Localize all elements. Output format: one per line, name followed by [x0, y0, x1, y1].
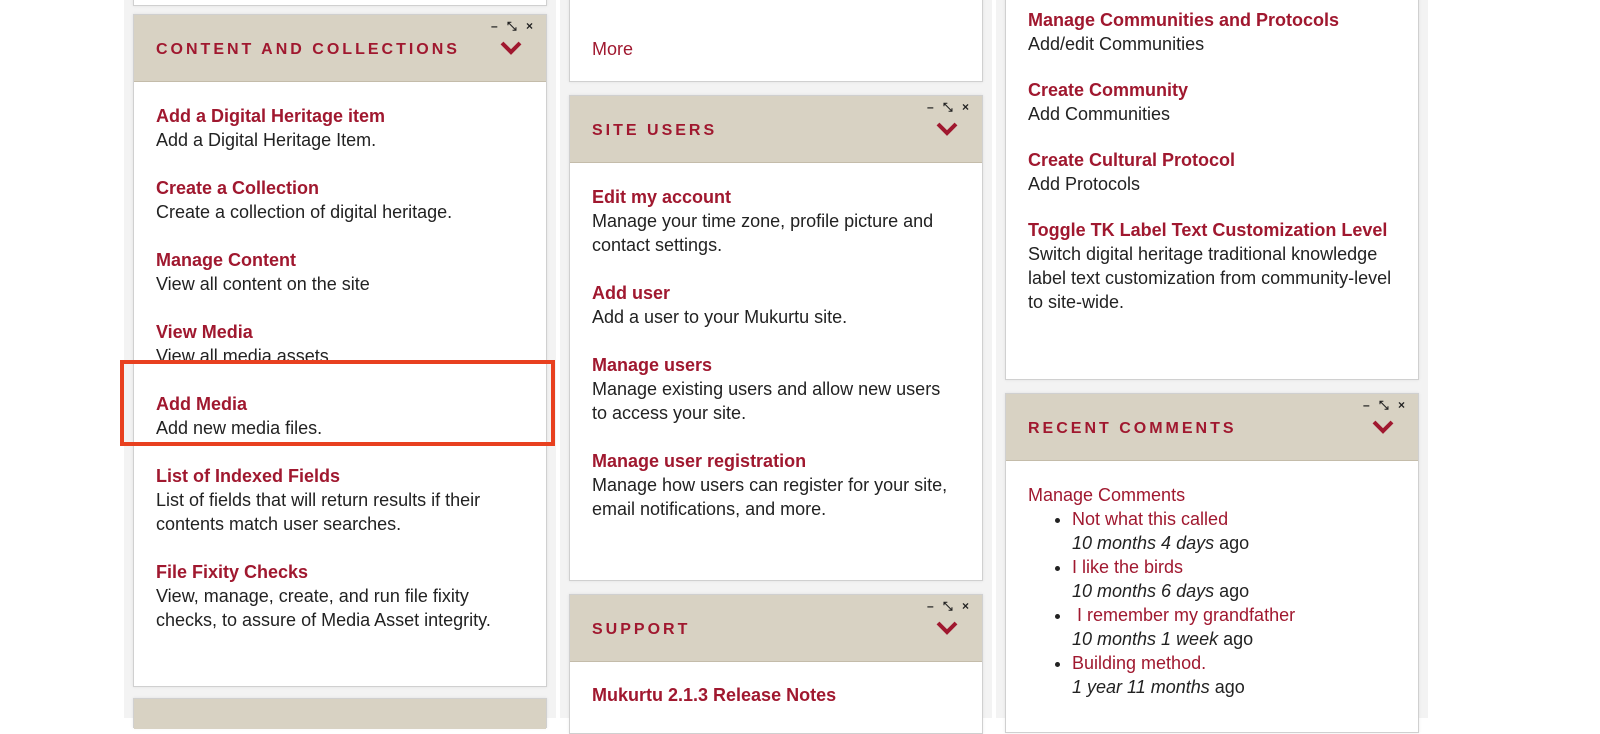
list-item: Create Community Add Communities: [1028, 78, 1396, 126]
support-panel: SUPPORT – ⤡ × Mukurtu 2.1.3 Release Note…: [569, 594, 983, 734]
list-item: File Fixity Checks View, manage, create,…: [156, 560, 524, 632]
comment-link[interactable]: Building method.: [1072, 653, 1206, 673]
item-description: View, manage, create, and run file fixit…: [156, 586, 491, 630]
panel-controls: – ⤡ ×: [491, 19, 536, 34]
list-item: Toggle TK Label Text Customization Level…: [1028, 218, 1396, 314]
item-description: List of fields that will return results …: [156, 490, 481, 534]
minimize-icon[interactable]: –: [927, 599, 937, 613]
list-item: Add user Add a user to your Mukurtu site…: [592, 281, 960, 329]
previous-panel-bottom: [133, 0, 547, 6]
manage-content-link[interactable]: Manage Content: [156, 248, 524, 272]
edit-my-account-link[interactable]: Edit my account: [592, 185, 960, 209]
file-fixity-checks-link[interactable]: File Fixity Checks: [156, 560, 524, 584]
item-description: Manage how users can register for your s…: [592, 475, 948, 519]
release-notes-link[interactable]: Mukurtu 2.1.3 Release Notes: [592, 683, 960, 707]
list-item: Create Cultural Protocol Add Protocols: [1028, 148, 1396, 196]
panel-title: SITE USERS: [592, 122, 718, 139]
content-collections-panel: CONTENT AND COLLECTIONS – ⤡ × Add a Digi…: [133, 14, 547, 687]
list-item: Manage users Manage existing users and a…: [592, 353, 960, 425]
manage-users-link[interactable]: Manage users: [592, 353, 960, 377]
item-description: Manage existing users and allow new user…: [592, 379, 941, 423]
communities-panel: Manage Communities and Protocols Add/edi…: [1005, 0, 1419, 380]
item-description: Add/edit Communities: [1028, 34, 1205, 54]
list-item: Manage Content View all content on the s…: [156, 248, 524, 296]
chevron-down-icon[interactable]: [500, 41, 522, 55]
next-panel-top: [133, 698, 547, 729]
panel-header: SITE USERS – ⤡ ×: [570, 96, 982, 163]
panel-title: RECENT COMMENTS: [1028, 420, 1237, 437]
item-description: Add Protocols: [1028, 174, 1141, 194]
panel-controls: – ⤡ ×: [927, 100, 972, 115]
panel-header: CONTENT AND COLLECTIONS – ⤡ ×: [134, 15, 546, 82]
comment-link[interactable]: Not what this called: [1072, 509, 1228, 529]
panel-header: SUPPORT – ⤡ ×: [570, 595, 982, 662]
comment-age: 10 months 6 days ago: [1072, 581, 1250, 601]
list-item: List of Indexed Fields List of fields th…: [156, 464, 524, 536]
comment-age: 1 year 11 months ago: [1072, 677, 1245, 697]
close-icon[interactable]: ×: [962, 100, 972, 114]
comment-item: Not what this called 10 months 4 days ag…: [1072, 507, 1396, 555]
expand-icon[interactable]: ⤡: [507, 19, 520, 33]
toggle-tk-label-link[interactable]: Toggle TK Label Text Customization Level: [1028, 218, 1396, 242]
comment-age: 10 months 1 week ago: [1072, 629, 1254, 649]
comment-item: I remember my grandfather 10 months 1 we…: [1072, 603, 1396, 651]
minimize-icon[interactable]: –: [1363, 398, 1373, 412]
close-icon[interactable]: ×: [1398, 398, 1408, 412]
list-item: Mukurtu 2.1.3 Release Notes: [592, 683, 960, 707]
site-users-panel: SITE USERS – ⤡ × Edit my account Manage …: [569, 95, 983, 581]
manage-comments-link[interactable]: Manage Comments: [1028, 483, 1396, 507]
panel-controls: – ⤡ ×: [927, 599, 972, 614]
list-item: Manage Communities and Protocols Add/edi…: [1028, 8, 1396, 56]
recent-comments-panel: RECENT COMMENTS – ⤡ × Manage Comments No…: [1005, 393, 1419, 733]
create-collection-link[interactable]: Create a Collection: [156, 176, 524, 200]
list-item: Add a Digital Heritage item Add a Digita…: [156, 104, 524, 152]
indexed-fields-link[interactable]: List of Indexed Fields: [156, 464, 524, 488]
expand-icon[interactable]: ⤡: [1379, 398, 1392, 412]
comment-link[interactable]: I remember my grandfather: [1072, 605, 1295, 625]
manage-communities-link[interactable]: Manage Communities and Protocols: [1028, 8, 1396, 32]
item-description: Manage your time zone, profile picture a…: [592, 211, 934, 255]
expand-icon[interactable]: ⤡: [943, 599, 956, 613]
close-icon[interactable]: ×: [526, 19, 536, 33]
view-media-link[interactable]: View Media: [156, 320, 524, 344]
add-user-link[interactable]: Add user: [592, 281, 960, 305]
chevron-down-icon[interactable]: [1372, 420, 1394, 434]
create-community-link[interactable]: Create Community: [1028, 78, 1396, 102]
highlight-box: [120, 360, 555, 446]
comment-item: I like the birds 10 months 6 days ago: [1072, 555, 1396, 603]
panel-title: CONTENT AND COLLECTIONS: [156, 41, 460, 58]
chevron-down-icon[interactable]: [936, 621, 958, 635]
comments-list: Not what this called 10 months 4 days ag…: [1028, 507, 1396, 699]
comment-age: 10 months 4 days ago: [1072, 533, 1250, 553]
top-middle-panel: More: [569, 0, 983, 82]
item-description: Add a user to your Mukurtu site.: [592, 307, 848, 327]
list-item: Create a Collection Create a collection …: [156, 176, 524, 224]
panel-title: SUPPORT: [592, 621, 691, 638]
chevron-down-icon[interactable]: [936, 122, 958, 136]
expand-icon[interactable]: ⤡: [943, 100, 956, 114]
list-item: Edit my account Manage your time zone, p…: [592, 185, 960, 257]
minimize-icon[interactable]: –: [491, 19, 501, 33]
create-cultural-protocol-link[interactable]: Create Cultural Protocol: [1028, 148, 1396, 172]
item-description: Add a Digital Heritage Item.: [156, 130, 377, 150]
manage-user-registration-link[interactable]: Manage user registration: [592, 449, 960, 473]
add-digital-heritage-link[interactable]: Add a Digital Heritage item: [156, 104, 524, 128]
item-description: Create a collection of digital heritage.: [156, 202, 453, 222]
close-icon[interactable]: ×: [962, 599, 972, 613]
item-description: View all content on the site: [156, 274, 370, 294]
minimize-icon[interactable]: –: [927, 100, 937, 114]
list-item: Manage user registration Manage how user…: [592, 449, 960, 521]
panel-controls: – ⤡ ×: [1363, 398, 1408, 413]
item-description: Switch digital heritage traditional know…: [1028, 244, 1392, 312]
more-link[interactable]: More: [592, 39, 633, 60]
comment-link[interactable]: I like the birds: [1072, 557, 1183, 577]
panel-header: RECENT COMMENTS – ⤡ ×: [1006, 394, 1418, 461]
comment-item: Building method. 1 year 11 months ago: [1072, 651, 1396, 699]
item-description: Add Communities: [1028, 104, 1171, 124]
